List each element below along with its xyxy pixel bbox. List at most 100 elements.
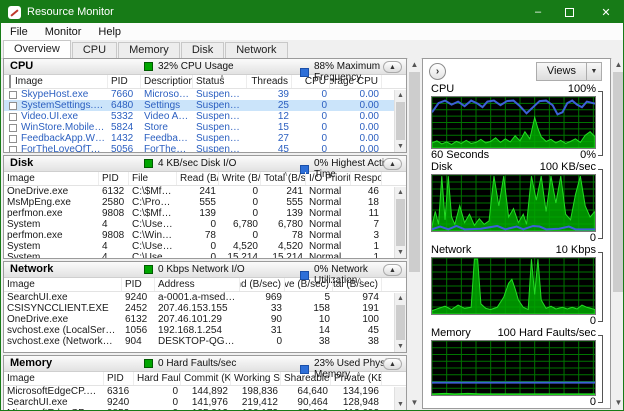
scroll-thumb[interactable]: [396, 199, 405, 246]
table-row[interactable]: CSISYNCCLIENT.EXE2452207.46.153.15533158…: [4, 303, 406, 314]
scroll-thumb[interactable]: [613, 72, 624, 292]
close-button[interactable]: ✕: [589, 1, 623, 23]
column-header[interactable]: Description: [141, 75, 193, 88]
column-header[interactable]: Hard Faults...: [134, 372, 181, 385]
scroll-down-icon[interactable]: ▼: [408, 396, 421, 409]
disk-table-scrollbar[interactable]: ▲ ▼: [394, 187, 406, 258]
table-row[interactable]: ForTheLoveOfTech.W10.exe5056ForTheLove..…: [4, 144, 406, 153]
scroll-down-icon[interactable]: ▼: [395, 341, 406, 352]
left-pane-scrollbar[interactable]: ▲ ▼: [408, 58, 421, 409]
table-row[interactable]: Video.UI.exe5332Video Appl...Suspended12…: [4, 111, 406, 122]
table-row[interactable]: OneDrive.exe6132C:\$Mft (...2410241Norma…: [4, 186, 406, 197]
scroll-up-icon[interactable]: ▲: [612, 58, 624, 71]
table-row[interactable]: svchost.exe (LocalServiceAndNo...1056192…: [4, 325, 406, 336]
table-row[interactable]: WinStore.Mobile.exe5824StoreSuspended150…: [4, 122, 406, 133]
views-button-label[interactable]: Views: [537, 63, 586, 80]
menu-help[interactable]: Help: [96, 26, 130, 38]
maximize-button[interactable]: [555, 1, 589, 23]
menu-file[interactable]: File: [8, 26, 37, 38]
column-header[interactable]: Commit (KB): [181, 372, 231, 385]
row-checkbox[interactable]: [9, 113, 17, 121]
disk-section-header[interactable]: Disk 4 KB/sec Disk I/O 0% Highest Active…: [4, 156, 406, 172]
table-row[interactable]: MsMpEng.exe2580C:\Progr...5550555Normal1…: [4, 197, 406, 208]
cpu-table-scrollbar[interactable]: ▲ ▼: [394, 90, 406, 152]
table-row[interactable]: OneDrive.exe6132207.46.101.299010100: [4, 314, 406, 325]
scroll-thumb[interactable]: [396, 102, 405, 140]
column-header[interactable]: Image: [4, 172, 99, 185]
row-checkbox[interactable]: [9, 91, 17, 99]
column-header[interactable]: Threads: [247, 75, 292, 88]
column-header[interactable]: Read (B/...: [177, 172, 219, 185]
column-header[interactable]: CPU: [292, 75, 330, 88]
column-header[interactable]: Total (B/sec)∧: [333, 278, 382, 291]
network-section-header[interactable]: Network 0 Kbps Network I/O 0% Network Ut…: [4, 262, 406, 278]
disk-table-header[interactable]: ImagePIDFileRead (B/...Write (B/...Total…: [4, 172, 406, 186]
table-row[interactable]: perfmon.exe9808C:\Wind...78078Normal3: [4, 230, 406, 241]
column-header[interactable]: Image: [4, 278, 122, 291]
memory-section-header[interactable]: Memory 0 Hard Faults/sec 23% Used Physic…: [4, 356, 406, 372]
row-checkbox[interactable]: [9, 146, 17, 154]
table-row[interactable]: SkypeHost.exe7660Microsoft S...Suspended…: [4, 89, 406, 100]
tab-disk[interactable]: Disk: [181, 42, 224, 58]
column-header[interactable]: PID: [99, 172, 129, 185]
scroll-down-icon[interactable]: ▼: [395, 247, 406, 258]
table-row[interactable]: System4C:\Users\...06,7806,780Normal7: [4, 219, 406, 230]
tab-memory[interactable]: Memory: [118, 42, 180, 58]
table-row[interactable]: System4C:\Users\...015,21415,214Normal1: [4, 252, 406, 259]
table-row[interactable]: SearchUI.exe9240a-0001.a-msedge...969597…: [4, 292, 406, 303]
views-button[interactable]: Views ▼: [536, 62, 602, 81]
column-header[interactable]: Send (B/sec): [240, 278, 285, 291]
cpu-collapse-button[interactable]: ▲: [383, 61, 402, 73]
memory-collapse-button[interactable]: ▲: [383, 358, 402, 370]
network-table-header[interactable]: ImagePIDAddressSend (B/sec)Receive (B/se…: [4, 278, 406, 292]
column-header[interactable]: Shareable (...: [281, 372, 331, 385]
table-row[interactable]: SystemSettings.exe6480SettingsSuspended2…: [4, 100, 406, 111]
network-collapse-button[interactable]: ▲: [383, 264, 402, 276]
table-row[interactable]: perfmon.exe9808C:\$Mft (...1390139Normal…: [4, 208, 406, 219]
column-header[interactable]: PID: [104, 372, 134, 385]
tab-overview[interactable]: Overview: [3, 40, 71, 58]
column-header[interactable]: Working Se...: [231, 372, 281, 385]
scroll-down-icon[interactable]: ▼: [612, 396, 624, 409]
scroll-thumb[interactable]: [396, 305, 405, 340]
scroll-up-icon[interactable]: ▲: [408, 58, 421, 71]
row-checkbox[interactable]: [9, 102, 17, 110]
memory-table-header[interactable]: ImagePIDHard Faults...Commit (KB)Working…: [4, 372, 406, 386]
column-header[interactable]: Private (KB)∧: [331, 372, 382, 385]
column-header[interactable]: File: [129, 172, 177, 185]
scroll-down-icon[interactable]: ▼: [395, 399, 406, 410]
right-pane-scrollbar[interactable]: ▲ ▼: [612, 58, 624, 409]
column-header[interactable]: Status∧: [193, 75, 247, 88]
menu-monitor[interactable]: Monitor: [43, 26, 91, 38]
scroll-up-icon[interactable]: ▲: [395, 90, 406, 101]
table-row[interactable]: SearchUI.exe92400141,976219,41290,464128…: [4, 397, 406, 408]
tab-cpu[interactable]: CPU: [72, 42, 117, 58]
network-table-scrollbar[interactable]: ▲ ▼: [394, 293, 406, 352]
table-row[interactable]: System4C:\Users\...04,5204,520Normal1: [4, 241, 406, 252]
scroll-up-icon[interactable]: ▲: [395, 293, 406, 304]
disk-collapse-button[interactable]: ▲: [383, 158, 402, 170]
column-header[interactable]: Average CPU: [330, 75, 382, 88]
collapse-panel-button[interactable]: ›: [429, 63, 446, 80]
column-header[interactable]: Address: [155, 278, 240, 291]
table-row[interactable]: FeedbackApp.Windows.exe1432FeedbackA...S…: [4, 133, 406, 144]
column-header[interactable]: Respons...: [351, 172, 382, 185]
table-row[interactable]: MicrosoftEdgeCP.exe63160144,892198,83664…: [4, 386, 406, 397]
table-row[interactable]: svchost.exe (NetworkService)904DESKTOP-Q…: [4, 336, 406, 347]
scroll-thumb[interactable]: [409, 72, 420, 272]
cpu-table-header[interactable]: ImagePIDDescriptionStatus∧ThreadsCPUAver…: [4, 75, 406, 89]
column-header[interactable]: I/O Priority: [306, 172, 351, 185]
column-header[interactable]: Receive (B/sec): [285, 278, 333, 291]
scroll-down-icon[interactable]: ▼: [395, 141, 406, 152]
memory-table-scrollbar[interactable]: ▼: [394, 387, 406, 410]
scroll-up-icon[interactable]: ▲: [395, 187, 406, 198]
select-all-checkbox[interactable]: [9, 75, 11, 88]
views-dropdown-arrow-icon[interactable]: ▼: [586, 63, 601, 80]
column-header[interactable]: PID: [108, 75, 141, 88]
row-checkbox[interactable]: [9, 124, 17, 132]
column-header[interactable]: Write (B/...: [219, 172, 261, 185]
column-header[interactable]: PID: [122, 278, 155, 291]
minimize-button[interactable]: –: [521, 1, 555, 23]
tab-network[interactable]: Network: [225, 42, 287, 58]
cpu-section-header[interactable]: CPU 32% CPU Usage 88% Maximum Frequency …: [4, 59, 406, 75]
